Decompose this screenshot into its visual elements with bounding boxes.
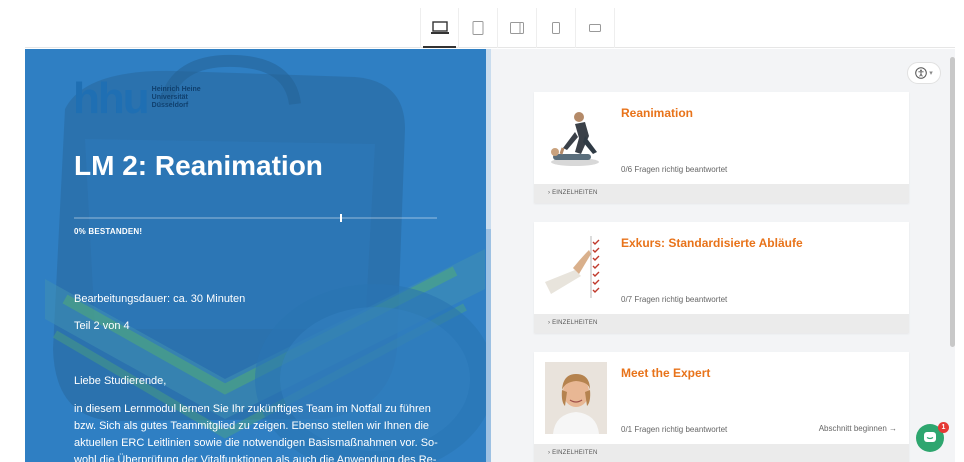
university-logo: hhu Heinrich Heine Universität Düsseldor… (73, 74, 201, 123)
hero-content: hhu Heinrich Heine Universität Düsseldor… (25, 49, 491, 462)
accessibility-button[interactable]: ▾ (907, 62, 941, 84)
notification-badge: 1 (938, 422, 949, 433)
intro-text: in diesem Lernmodul lernen Sie Ihr zukün… (74, 403, 438, 462)
module-title: LM 2: Reanimation (74, 150, 323, 181)
chevron-down-icon: ▾ (929, 70, 933, 77)
phone-landscape-icon (589, 24, 601, 32)
desktop-icon (430, 21, 449, 34)
chat-icon (924, 432, 936, 442)
greeting-text: Liebe Studierende, (74, 375, 167, 387)
card-status: 0/6 Fragen richtig beantwortet (621, 165, 728, 174)
phone-portrait-icon (552, 22, 560, 34)
tablet-landscape-view-button[interactable] (498, 8, 537, 48)
section-card-standardized-procedures[interactable]: Exkurs: Standardisierte Abläufe 0/7 Frag… (534, 222, 909, 333)
card-status: 0/7 Fragen richtig beantwortet (621, 295, 728, 304)
device-switcher (420, 8, 615, 48)
logo-text: Heinrich Heine Universität Düsseldorf (151, 86, 201, 109)
expert-portrait (545, 362, 607, 434)
progress-status: 0% BESTANDEN! (74, 227, 143, 236)
accessibility-icon (915, 67, 928, 79)
phone-landscape-view-button[interactable] (576, 8, 615, 48)
section-card-meet-the-expert[interactable]: Meet the Expert 0/1 Fragen richtig beant… (534, 352, 909, 462)
app-window: hhu Heinrich Heine Universität Düsseldor… (0, 0, 964, 462)
start-section-link[interactable]: Abschnitt beginnen → (819, 424, 897, 433)
card-title[interactable]: Meet the Expert (621, 366, 710, 380)
desktop-view-button[interactable] (420, 8, 459, 48)
card-status: 0/1 Fragen richtig beantwortet (621, 425, 728, 434)
progress-bar (74, 214, 437, 222)
tablet-landscape-icon (510, 22, 524, 34)
tablet-portrait-view-button[interactable] (459, 8, 498, 48)
tablet-portrait-icon (472, 21, 484, 35)
duration-text: Bearbeitungsdauer: ca. 30 Minuten (74, 293, 246, 305)
details-toggle[interactable]: › EINZELHEITEN (534, 444, 909, 462)
details-toggle[interactable]: › EINZELHEITEN (534, 184, 909, 203)
logo-mark: hhu (73, 74, 150, 123)
phone-portrait-view-button[interactable] (537, 8, 576, 48)
part-text: Teil 2 von 4 (74, 320, 130, 332)
progress-marker (340, 214, 342, 222)
card-title[interactable]: Exkurs: Standardisierte Abläufe (621, 236, 803, 250)
checklist-image (545, 232, 607, 304)
module-hero: hhu Heinrich Heine Universität Düsseldor… (25, 49, 491, 462)
cpr-image (545, 102, 607, 174)
right-scrollbar-thumb[interactable] (950, 57, 955, 347)
section-card-reanimation[interactable]: Reanimation 0/6 Fragen richtig beantwort… (534, 92, 909, 203)
device-toolbar (25, 8, 955, 48)
card-title[interactable]: Reanimation (621, 106, 693, 120)
details-toggle[interactable]: › EINZELHEITEN (534, 314, 909, 333)
